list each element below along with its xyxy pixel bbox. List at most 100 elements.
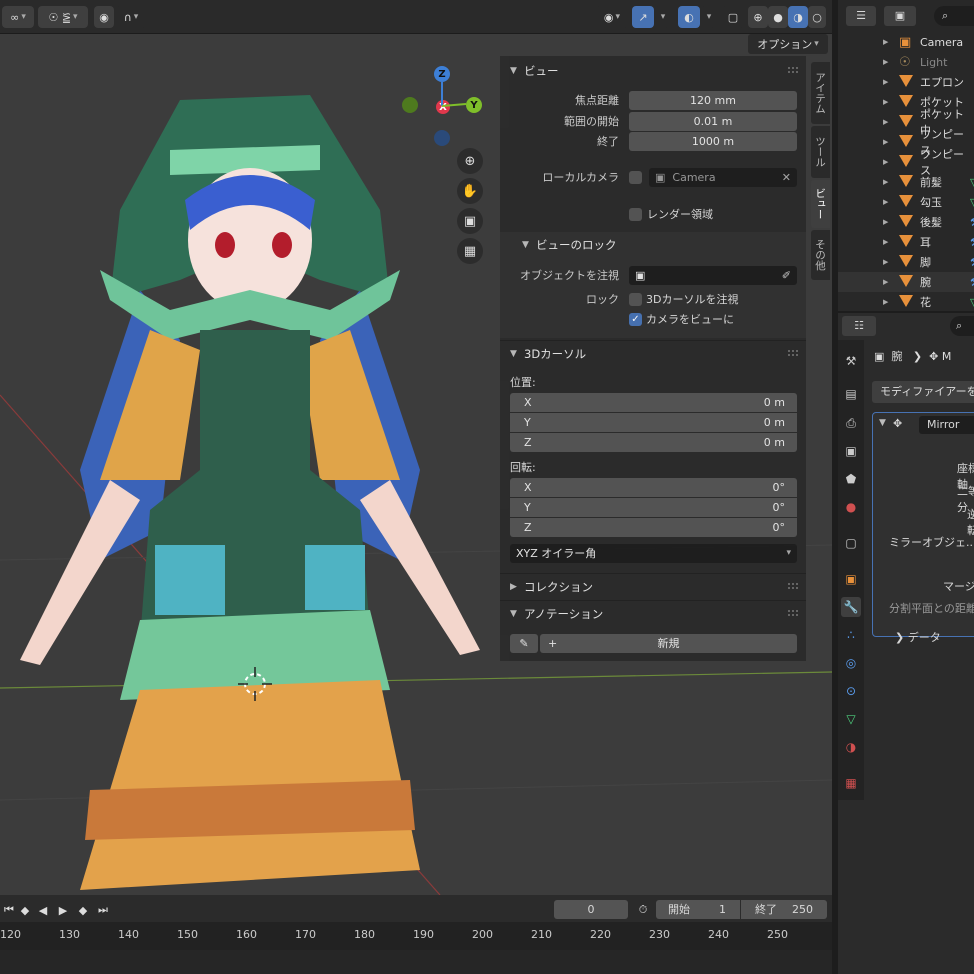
tab-tool[interactable]: ツール bbox=[811, 126, 830, 178]
jump-end-icon[interactable]: ⏭ bbox=[94, 901, 112, 919]
collection-section-header[interactable]: ▶ コレクション bbox=[500, 573, 806, 599]
tool-icon[interactable]: ⚒ bbox=[841, 351, 861, 371]
lock-object-field[interactable]: ▣ ✐ bbox=[629, 266, 797, 285]
render-region-checkbox[interactable] bbox=[629, 208, 642, 221]
visibility-dropdown[interactable]: ◉ ▾ bbox=[596, 6, 628, 28]
cursor-rotation-z[interactable]: Z 0° bbox=[510, 518, 797, 537]
snap-dropdown[interactable]: ☉ ⪠ ▾ bbox=[38, 6, 88, 28]
drag-grip-icon[interactable] bbox=[788, 67, 798, 73]
expand-arrow-icon[interactable]: ▶ bbox=[883, 158, 888, 166]
texture-icon[interactable]: ▦ bbox=[841, 773, 861, 793]
outliner-item[interactable]: ▶ ワンピース bbox=[838, 148, 974, 177]
clip-end-field[interactable]: 1000 m bbox=[629, 132, 797, 151]
expand-arrow-icon[interactable]: ▶ bbox=[883, 298, 888, 306]
transform-orientation-dropdown[interactable]: ∞ ▾ bbox=[2, 6, 34, 28]
outliner-item[interactable]: ▶ 花 ▽ bbox=[838, 292, 974, 312]
view-lock-header[interactable]: ▼ ビューのロック bbox=[500, 232, 806, 258]
modifier-wrench-icon[interactable]: ⚒ bbox=[970, 216, 974, 229]
gizmo-toggle[interactable]: ↗ bbox=[632, 6, 654, 28]
add-modifier-button[interactable]: モディファイアーを bbox=[872, 381, 974, 403]
outliner-item[interactable]: ▶ ▣ Camera bbox=[838, 32, 974, 52]
render-icon[interactable]: ▤ bbox=[841, 384, 861, 404]
outliner-item[interactable]: ▶ 後髪 ⚒ bbox=[838, 212, 974, 232]
editor-type-dropdown[interactable]: ☷ bbox=[842, 316, 876, 336]
expand-arrow-icon[interactable]: ▶ bbox=[883, 278, 888, 286]
expand-arrow-icon[interactable]: ▶ bbox=[883, 138, 888, 146]
outliner-item[interactable]: ▶ 脚 ⚒ bbox=[838, 252, 974, 272]
cursor-location-z[interactable]: Z0 m bbox=[510, 433, 797, 452]
outliner-item[interactable]: ▶ ☉ Light bbox=[838, 52, 974, 72]
options-dropdown[interactable]: オプション ▾ bbox=[748, 34, 828, 54]
character-model[interactable] bbox=[20, 90, 510, 895]
editor-type-dropdown[interactable]: ☰ bbox=[846, 6, 876, 26]
timeline-ruler[interactable]: 120 130 140 150 160 170 180 190 200 210 220 230 240 2… bbox=[0, 922, 832, 974]
cursor-section-header[interactable]: ▼ 3Dカーソル bbox=[500, 340, 806, 366]
chevron-down-icon[interactable]: ▼ bbox=[879, 418, 886, 428]
falloff-dropdown[interactable]: ∩ ▾ bbox=[116, 6, 146, 28]
drag-grip-icon[interactable] bbox=[788, 610, 798, 616]
tab-item[interactable]: アイテム bbox=[811, 62, 830, 124]
next-keyframe-icon[interactable]: ◆ bbox=[74, 901, 92, 919]
current-frame-field[interactable]: 0 bbox=[554, 900, 628, 919]
modifier-wrench-icon[interactable]: ⚒ bbox=[970, 276, 974, 289]
shading-solid[interactable]: ● bbox=[768, 6, 788, 28]
expand-arrow-icon[interactable]: ▶ bbox=[883, 58, 888, 66]
zoom-icon[interactable]: ⊕ bbox=[457, 148, 483, 174]
collection-icon[interactable]: ▢ bbox=[841, 533, 861, 553]
xray-toggle[interactable]: ▢ bbox=[722, 6, 744, 28]
output-icon[interactable]: ⎙ bbox=[841, 413, 861, 433]
display-mode-dropdown[interactable]: ▣ bbox=[884, 6, 916, 26]
expand-arrow-icon[interactable]: ▶ bbox=[883, 258, 888, 266]
expand-arrow-icon[interactable]: ▶ bbox=[883, 178, 888, 186]
physics-icon[interactable]: ◎ bbox=[841, 653, 861, 673]
play-icon[interactable]: ▶ bbox=[54, 901, 72, 919]
view-layer-icon[interactable]: ▣ bbox=[841, 441, 861, 461]
local-camera-field[interactable]: ▣ Camera ✕ bbox=[649, 168, 797, 187]
clip-start-field[interactable]: 0.01 m bbox=[629, 112, 797, 131]
stopwatch-icon[interactable]: ⏱ bbox=[634, 900, 652, 919]
play-reverse-icon[interactable]: ◀ bbox=[34, 901, 52, 919]
expand-arrow-icon[interactable]: ▶ bbox=[883, 78, 888, 86]
cursor-location-x[interactable]: X0 m bbox=[510, 393, 797, 412]
drag-grip-icon[interactable] bbox=[788, 350, 798, 356]
outliner-item[interactable]: ▶ 勾玉 ▽ bbox=[838, 192, 974, 212]
expand-arrow-icon[interactable]: ▶ bbox=[883, 238, 888, 246]
properties-search-input[interactable]: ⌕ bbox=[950, 316, 974, 336]
outliner-item[interactable]: ▶ 前髪 ▽ bbox=[838, 172, 974, 192]
data-subpanel-header[interactable]: ❯ データ bbox=[895, 629, 941, 645]
start-frame-field[interactable]: 開始 1 bbox=[656, 900, 740, 919]
shading-rendered[interactable]: ○ bbox=[808, 6, 826, 28]
expand-arrow-icon[interactable]: ▶ bbox=[883, 198, 888, 206]
cursor-rotation-y[interactable]: Y 0° bbox=[510, 498, 797, 517]
expand-arrow-icon[interactable]: ▶ bbox=[883, 38, 888, 46]
overlays-toggle[interactable]: ◐ bbox=[678, 6, 700, 28]
proportional-edit-button[interactable]: ◉ bbox=[94, 6, 114, 28]
annotation-new-button[interactable]: + 新規 bbox=[540, 634, 797, 653]
clear-x-icon[interactable]: ✕ bbox=[782, 168, 791, 187]
annotation-type-dropdown[interactable]: ✎ bbox=[510, 634, 538, 653]
outliner-item[interactable]: ▶ エプロン bbox=[838, 72, 974, 92]
shading-material[interactable]: ◑ bbox=[788, 6, 808, 28]
modifier-wrench-icon[interactable]: ⚒ bbox=[970, 236, 974, 249]
gizmo-dropdown[interactable]: ▾ bbox=[655, 6, 669, 28]
tab-misc[interactable]: その他 bbox=[811, 230, 830, 280]
constraints-icon[interactable]: ⊙ bbox=[841, 681, 861, 701]
object-icon[interactable]: ▣ bbox=[841, 569, 861, 589]
drag-grip-icon[interactable] bbox=[788, 583, 798, 589]
local-camera-checkbox[interactable] bbox=[629, 171, 642, 184]
cursor-location-y[interactable]: Y0 m bbox=[510, 413, 797, 432]
grid-perspective-icon[interactable]: ▦ bbox=[457, 238, 483, 264]
mesh-data-icon[interactable]: ▽ bbox=[841, 709, 861, 729]
overlays-dropdown[interactable]: ▾ bbox=[701, 6, 715, 28]
tab-view[interactable]: ビュー bbox=[811, 180, 830, 228]
camera-view-icon[interactable]: ▣ bbox=[457, 208, 483, 234]
vertex-group-icon[interactable]: ▽ bbox=[970, 176, 974, 189]
modifier-wrench-icon[interactable]: ⚒ bbox=[970, 256, 974, 269]
view-section-header[interactable]: ▼ ビュー bbox=[500, 58, 806, 84]
prev-keyframe-icon[interactable]: ◆ bbox=[16, 901, 34, 919]
rotation-mode-dropdown[interactable]: XYZ オイラー角 ▾ bbox=[510, 544, 797, 563]
modifier-wrench-icon[interactable]: 🔧 bbox=[841, 597, 861, 617]
shading-wireframe[interactable]: ⊕ bbox=[748, 6, 768, 28]
particles-icon[interactable]: ∴ bbox=[841, 625, 861, 645]
expand-arrow-icon[interactable]: ▶ bbox=[883, 218, 888, 226]
